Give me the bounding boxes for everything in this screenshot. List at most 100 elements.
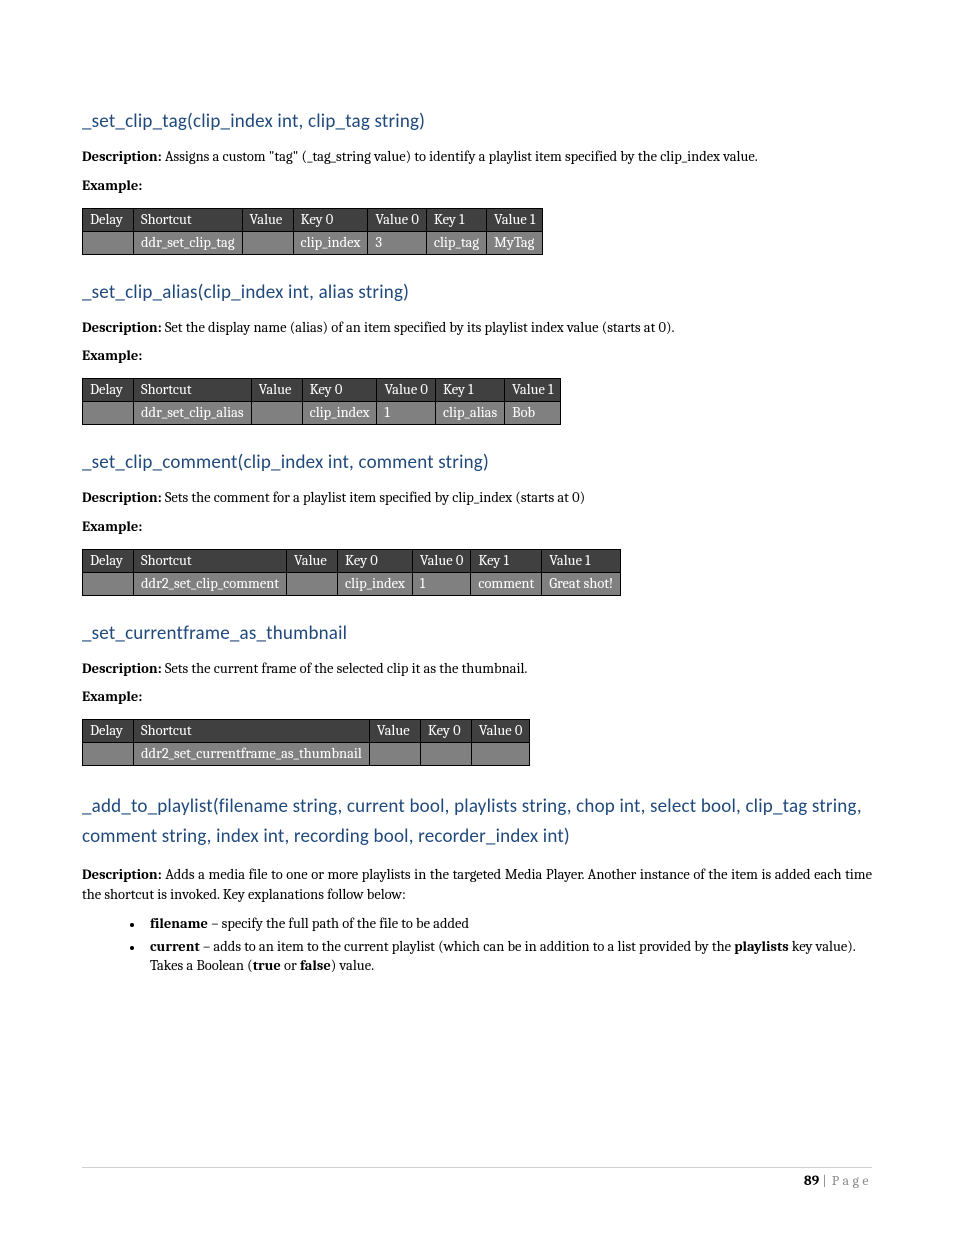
td-shortcut: ddr_set_clip_tag — [134, 231, 243, 254]
table-row: ddr2_set_clip_comment clip_index 1 comme… — [83, 572, 621, 595]
th-delay: Delay — [83, 720, 134, 743]
th-key1: Key 1 — [435, 379, 504, 402]
desc-label: Description: — [82, 489, 162, 506]
desc-set-currentframe-thumbnail: Description: Sets the current frame of t… — [82, 659, 872, 679]
desc-label: Description: — [82, 148, 162, 165]
td-value1: Bob — [505, 402, 561, 425]
key-filename-desc: – specify the full path of the file to b… — [208, 915, 469, 932]
page-number: 89 — [804, 1172, 819, 1189]
bool-false: false — [300, 957, 331, 974]
th-value1: Value 1 — [542, 549, 621, 572]
list-item: filename – specify the full path of the … — [144, 914, 872, 934]
td-key0: clip_index — [338, 572, 413, 595]
key-filename: filename — [150, 915, 208, 932]
heading-set-currentframe-thumbnail: _set_currentframe_as_thumbnail — [82, 622, 872, 645]
table-set-currentframe-thumbnail: Delay Shortcut Value Key 0 Value 0 ddr2_… — [82, 719, 530, 766]
desc-set-clip-comment: Description: Sets the comment for a play… — [82, 488, 872, 508]
heading-set-clip-comment: _set_clip_comment(clip_index int, commen… — [82, 451, 872, 474]
list-item: current – adds to an item to the current… — [144, 937, 872, 976]
example-label: Example: — [82, 177, 872, 194]
td-key0 — [420, 743, 471, 766]
desc-label: Description: — [82, 866, 162, 883]
th-key0: Key 0 — [338, 549, 413, 572]
footer-label: Page — [832, 1172, 872, 1189]
th-value0: Value 0 — [471, 720, 529, 743]
td-value0: 1 — [412, 572, 470, 595]
th-value1: Value 1 — [505, 379, 561, 402]
desc-label: Description: — [82, 319, 162, 336]
heading-add-to-playlist: _add_to_playlist(filename string, curren… — [82, 792, 872, 851]
heading-set-clip-alias: _set_clip_alias(clip_index int, alias st… — [82, 281, 872, 304]
desc-text: Set the display name (alias) of an item … — [162, 319, 675, 336]
td-shortcut: ddr2_set_clip_comment — [134, 572, 287, 595]
td-value0: 3 — [368, 231, 426, 254]
table-row: ddr_set_clip_alias clip_index 1 clip_ali… — [83, 402, 561, 425]
heading-set-clip-tag: _set_clip_tag(clip_index int, clip_tag s… — [82, 110, 872, 133]
th-value: Value — [242, 208, 293, 231]
td-delay — [83, 743, 134, 766]
th-key0: Key 0 — [302, 379, 377, 402]
table-set-clip-alias: Delay Shortcut Value Key 0 Value 0 Key 1… — [82, 378, 561, 425]
th-delay: Delay — [83, 549, 134, 572]
th-key1: Key 1 — [471, 549, 542, 572]
td-value1: MyTag — [487, 231, 543, 254]
bool-or: or — [281, 957, 300, 974]
th-shortcut: Shortcut — [134, 208, 243, 231]
table-header-row: Delay Shortcut Value Key 0 Value 0 Key 1… — [83, 549, 621, 572]
td-delay — [83, 231, 134, 254]
th-delay: Delay — [83, 379, 134, 402]
desc-text: Sets the comment for a playlist item spe… — [162, 489, 585, 506]
th-key0: Key 0 — [420, 720, 471, 743]
th-value0: Value 0 — [377, 379, 435, 402]
td-delay — [83, 572, 134, 595]
td-key1: clip_alias — [435, 402, 504, 425]
td-value — [287, 572, 338, 595]
key-current-desc3: ) value. — [331, 957, 374, 974]
th-key1: Key 1 — [426, 208, 486, 231]
td-value — [369, 743, 420, 766]
td-value1: Great shot! — [542, 572, 621, 595]
th-shortcut: Shortcut — [134, 720, 370, 743]
td-delay — [83, 402, 134, 425]
table-header-row: Delay Shortcut Value Key 0 Value 0 — [83, 720, 530, 743]
th-value: Value — [251, 379, 302, 402]
td-shortcut: ddr2_set_currentframe_as_thumbnail — [134, 743, 370, 766]
desc-text: Adds a media file to one or more playlis… — [82, 866, 872, 903]
th-shortcut: Shortcut — [134, 379, 252, 402]
td-value0: 1 — [377, 402, 435, 425]
table-set-clip-comment: Delay Shortcut Value Key 0 Value 0 Key 1… — [82, 549, 621, 596]
td-value — [251, 402, 302, 425]
example-label: Example: — [82, 347, 872, 364]
example-label: Example: — [82, 688, 872, 705]
td-key0: clip_index — [302, 402, 377, 425]
td-key1: clip_tag — [426, 231, 486, 254]
th-key0: Key 0 — [293, 208, 368, 231]
td-key1: comment — [471, 572, 542, 595]
key-current-desc1: – adds to an item to the current playlis… — [200, 938, 734, 955]
th-value: Value — [287, 549, 338, 572]
td-value — [242, 231, 293, 254]
th-delay: Delay — [83, 208, 134, 231]
table-header-row: Delay Shortcut Value Key 0 Value 0 Key 1… — [83, 208, 543, 231]
td-key0: clip_index — [293, 231, 368, 254]
desc-label: Description: — [82, 660, 162, 677]
example-label: Example: — [82, 518, 872, 535]
desc-add-to-playlist: Description: Adds a media file to one or… — [82, 865, 872, 904]
th-value0: Value 0 — [368, 208, 426, 231]
desc-text: Assigns a custom "tag" (_tag_string valu… — [162, 148, 758, 165]
th-value0: Value 0 — [412, 549, 470, 572]
table-header-row: Delay Shortcut Value Key 0 Value 0 Key 1… — [83, 379, 561, 402]
desc-set-clip-alias: Description: Set the display name (alias… — [82, 318, 872, 338]
th-value1: Value 1 — [487, 208, 543, 231]
td-value0 — [471, 743, 529, 766]
table-row: ddr_set_clip_tag clip_index 3 clip_tag M… — [83, 231, 543, 254]
table-row: ddr2_set_currentframe_as_thumbnail — [83, 743, 530, 766]
footer-sep: | — [819, 1172, 830, 1189]
td-shortcut: ddr_set_clip_alias — [134, 402, 252, 425]
key-current: current — [150, 938, 200, 955]
desc-text: Sets the current frame of the selected c… — [162, 660, 528, 677]
key-playlists: playlists — [734, 938, 789, 955]
bool-true: true — [253, 957, 281, 974]
th-shortcut: Shortcut — [134, 549, 287, 572]
key-list: filename – specify the full path of the … — [82, 914, 872, 976]
